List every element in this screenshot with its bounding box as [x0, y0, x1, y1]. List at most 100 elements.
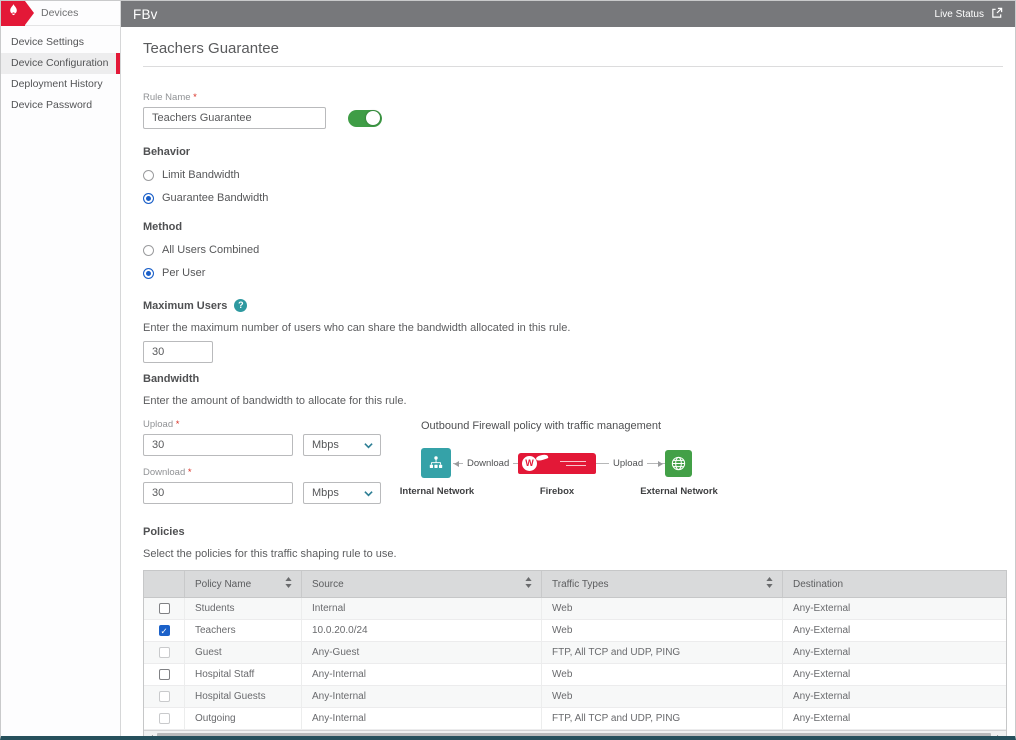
external-link-icon [991, 7, 1003, 22]
cell-policy-name: Hospital Guests [184, 686, 301, 707]
rule-name-label: Rule Name [143, 92, 1003, 103]
behavior-option-guarantee[interactable]: Guarantee Bandwidth [143, 192, 1003, 204]
scroll-left-arrow-icon[interactable] [149, 735, 153, 740]
radio-per-user[interactable] [143, 268, 154, 279]
internal-network-icon [421, 448, 451, 478]
method-option-all-users[interactable]: All Users Combined [143, 244, 1003, 256]
maximum-users-heading: Maximum Users ? [143, 299, 1003, 312]
row-checkbox[interactable] [159, 669, 170, 680]
cell-traffic-types: Web [541, 598, 782, 619]
scroll-right-arrow-icon[interactable] [997, 735, 1001, 740]
cell-traffic-types: FTP, All TCP and UDP, PING [541, 642, 782, 663]
watchguard-logo [1, 1, 25, 26]
header-traffic-types[interactable]: Traffic Types [541, 571, 782, 597]
horizontal-scrollbar[interactable] [144, 730, 1006, 740]
behavior-option-limit[interactable]: Limit Bandwidth [143, 169, 1003, 181]
radio-label: Limit Bandwidth [162, 169, 240, 181]
cell-source: Any-Guest [301, 642, 541, 663]
watchguard-w-badge: W [522, 456, 537, 471]
live-status-link[interactable]: Live Status [935, 7, 1003, 22]
radio-label: Guarantee Bandwidth [162, 192, 268, 204]
toggle-knob [366, 111, 380, 125]
cell-source: Any-Internal [301, 708, 541, 729]
table-row-hospital-staff: Hospital Staff Any-Internal Web Any-Exte… [144, 664, 1006, 686]
external-network-icon [665, 450, 692, 477]
table-row-guest: Guest Any-Guest FTP, All TCP and UDP, PI… [144, 642, 1006, 664]
table-row-hospital-guests: Hospital Guests Any-Internal Web Any-Ext… [144, 686, 1006, 708]
cell-traffic-types: Web [541, 686, 782, 707]
row-checkbox[interactable] [159, 603, 170, 614]
row-checkbox [159, 713, 170, 724]
header-checkbox-column [144, 571, 184, 597]
cell-destination: Any-External [782, 642, 1008, 663]
scrollbar-thumb[interactable] [157, 733, 991, 740]
device-title: FBv [133, 7, 158, 22]
policies-description: Select the policies for this traffic sha… [143, 548, 1003, 560]
firebox-flame-swoosh [536, 453, 549, 461]
external-network-label: External Network [635, 486, 723, 497]
chevron-down-icon [364, 490, 373, 497]
table-header-row: Policy Name Source Traffic Types Destina… [144, 571, 1006, 598]
download-unit-select[interactable]: Mbps [303, 482, 381, 504]
upload-arrowhead [658, 461, 663, 467]
bandwidth-description: Enter the amount of bandwidth to allocat… [143, 395, 1003, 407]
help-icon[interactable]: ? [234, 299, 247, 312]
download-input[interactable] [143, 482, 293, 504]
policies-table: Policy Name Source Traffic Types Destina… [143, 570, 1007, 740]
diagram-canvas: Download Upload [421, 448, 701, 510]
cell-destination: Any-External [782, 686, 1008, 707]
live-status-label: Live Status [935, 9, 984, 20]
bandwidth-fields: Upload Mbps Download Mbps [143, 419, 403, 504]
main-content: Teachers Guarantee Rule Name Behavior Li… [121, 27, 1015, 736]
upload-unit-value: Mbps [312, 439, 339, 451]
topbar: FBv Live Status [121, 1, 1015, 27]
behavior-heading: Behavior [143, 146, 1003, 158]
table-row-teachers: Teachers 10.0.20.0/24 Web Any-External [144, 620, 1006, 642]
upload-label: Upload [143, 419, 403, 430]
maximum-users-description: Enter the maximum number of users who ca… [143, 322, 1003, 334]
download-unit-value: Mbps [312, 487, 339, 499]
cell-policy-name: Guest [184, 642, 301, 663]
cell-source: Internal [301, 598, 541, 619]
upload-unit-select[interactable]: Mbps [303, 434, 381, 456]
download-flow-label: Download [463, 458, 513, 469]
cell-destination: Any-External [782, 598, 1008, 619]
method-heading: Method [143, 221, 1003, 233]
cell-destination: Any-External [782, 708, 1008, 729]
radio-guarantee-bandwidth[interactable] [143, 193, 154, 204]
row-checkbox [159, 647, 170, 658]
rule-enabled-toggle[interactable] [348, 110, 382, 127]
header-source[interactable]: Source [301, 571, 541, 597]
traffic-diagram: Outbound Firewall policy with traffic ma… [421, 420, 701, 510]
sidebar-brand-label: Devices [41, 7, 78, 19]
radio-all-users-combined[interactable] [143, 245, 154, 256]
cell-source: Any-Internal [301, 664, 541, 685]
row-checkbox[interactable] [159, 625, 170, 636]
header-destination[interactable]: Destination [782, 571, 1008, 597]
method-option-per-user[interactable]: Per User [143, 267, 1003, 279]
flame-icon [8, 4, 19, 22]
sidebar-item-device-configuration[interactable]: Device Configuration [1, 53, 120, 74]
cell-traffic-types: Web [541, 620, 782, 641]
cell-source: 10.0.20.0/24 [301, 620, 541, 641]
radio-label: Per User [162, 267, 205, 279]
firebox-label: Firebox [522, 486, 592, 497]
maximum-users-input[interactable] [143, 341, 213, 363]
download-arrowhead [454, 461, 459, 467]
radio-limit-bandwidth[interactable] [143, 170, 154, 181]
header-policy-name[interactable]: Policy Name [184, 571, 301, 597]
sidebar-brand: Devices [1, 1, 120, 26]
policies-heading: Policies [143, 526, 1003, 538]
rule-name-input[interactable] [143, 107, 326, 129]
sort-icon [285, 577, 292, 591]
cell-policy-name: Students [184, 598, 301, 619]
table-row-students: Students Internal Web Any-External [144, 598, 1006, 620]
diagram-caption: Outbound Firewall policy with traffic ma… [421, 420, 701, 432]
sidebar-item-deployment-history[interactable]: Deployment History [1, 74, 120, 95]
cell-source: Any-Internal [301, 686, 541, 707]
firebox-appliance-icon: W [518, 453, 596, 474]
cell-traffic-types: FTP, All TCP and UDP, PING [541, 708, 782, 729]
sidebar-item-device-password[interactable]: Device Password [1, 95, 120, 116]
sidebar-item-device-settings[interactable]: Device Settings [1, 32, 120, 53]
upload-input[interactable] [143, 434, 293, 456]
